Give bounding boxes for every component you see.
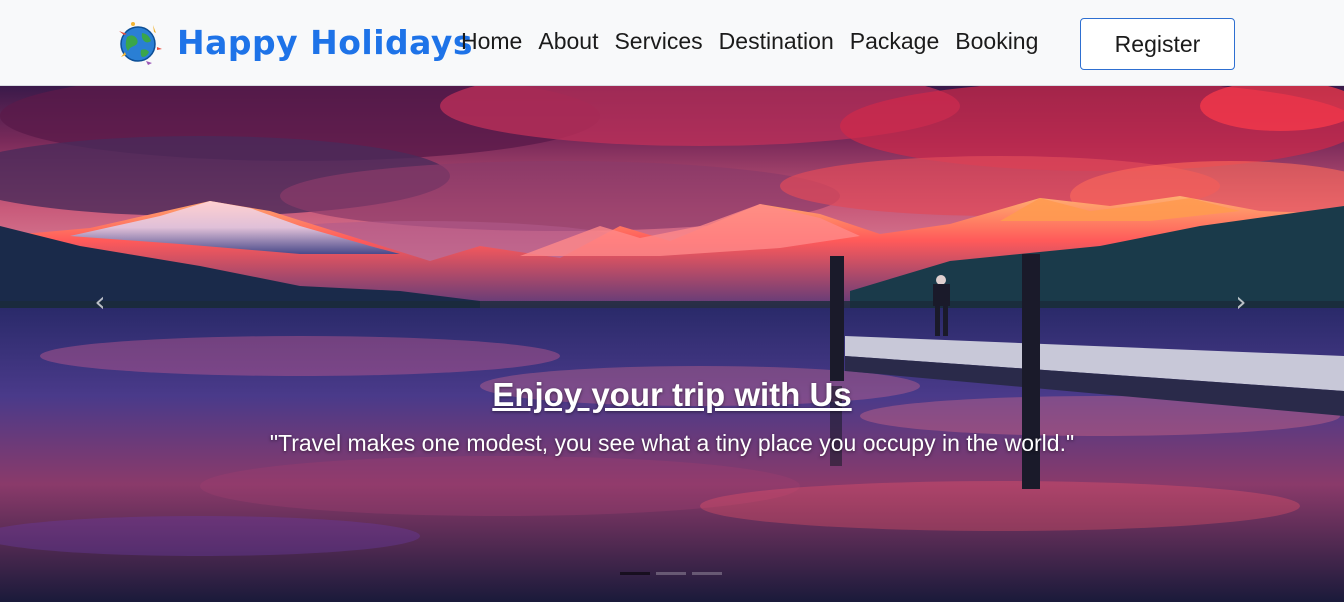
page-bottom-edge bbox=[0, 602, 1344, 616]
carousel-indicator[interactable] bbox=[656, 572, 686, 575]
navbar: Happy Holidays Home About Services Desti… bbox=[0, 0, 1344, 86]
hero-title: Enjoy your trip with Us bbox=[492, 376, 852, 413]
hero-quote: "Travel makes one modest, you see what a… bbox=[269, 430, 1075, 456]
globe-travel-icon bbox=[119, 22, 162, 65]
hero-background-image bbox=[0, 86, 1344, 602]
nav-link-booking[interactable]: Booking bbox=[955, 28, 1038, 55]
chevron-right-icon[interactable]: › bbox=[1226, 281, 1256, 321]
register-button[interactable]: Register bbox=[1080, 18, 1235, 70]
nav-link-package[interactable]: Package bbox=[850, 28, 940, 55]
carousel-indicator[interactable] bbox=[620, 572, 650, 575]
chevron-left-icon[interactable]: ‹ bbox=[85, 281, 115, 321]
nav-link-destination[interactable]: Destination bbox=[719, 28, 834, 55]
nav-link-services[interactable]: Services bbox=[614, 28, 702, 55]
nav-link-about[interactable]: About bbox=[538, 28, 598, 55]
carousel-indicators bbox=[620, 572, 728, 575]
brand[interactable]: Happy Holidays bbox=[113, 14, 473, 70]
carousel-indicator[interactable] bbox=[692, 572, 722, 575]
brand-name: Happy Holidays bbox=[177, 22, 474, 62]
hero-carousel: ‹ › Enjoy your trip with Us "Travel make… bbox=[0, 86, 1344, 602]
nav-links: Home About Services Destination Package … bbox=[461, 28, 1054, 55]
nav-link-home[interactable]: Home bbox=[461, 28, 522, 55]
